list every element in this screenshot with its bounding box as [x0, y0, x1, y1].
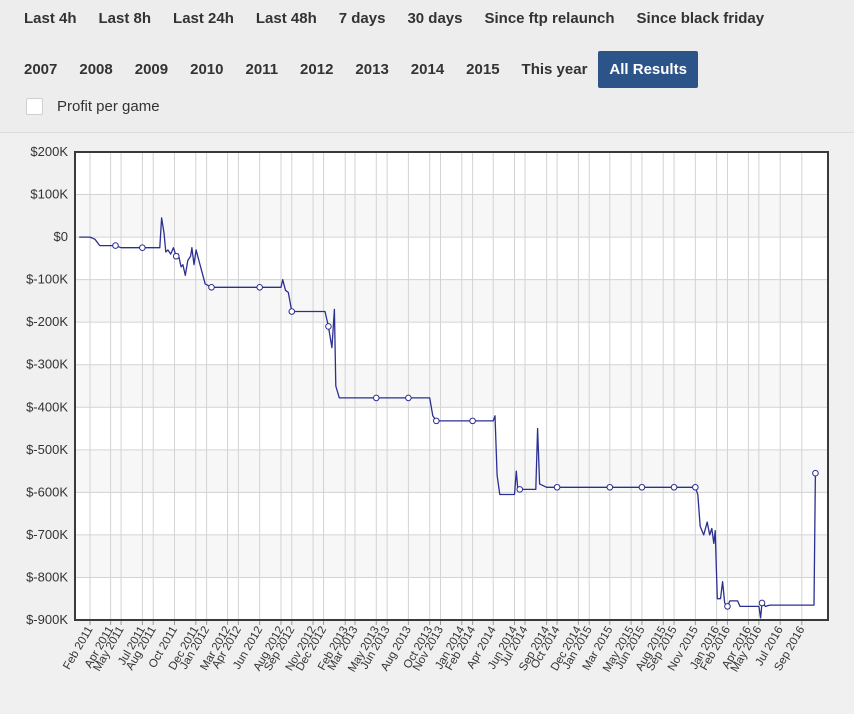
profit-per-game-checkbox[interactable] — [26, 98, 43, 115]
y-tick-label: $-800K — [26, 569, 68, 584]
range-row-1: Last 4h Last 8h Last 24h Last 48h 7 days… — [13, 0, 775, 37]
y-tick-label: $-900K — [26, 612, 68, 627]
data-point-marker — [692, 483, 699, 491]
range-button-since-ftp-relaunch[interactable]: Since ftp relaunch — [474, 0, 626, 37]
range-button-all-results[interactable]: All Results — [598, 51, 698, 88]
y-tick-label: $-100K — [26, 272, 68, 287]
range-button-2009[interactable]: 2009 — [124, 51, 179, 88]
data-point-marker — [606, 483, 614, 491]
range-button-2014[interactable]: 2014 — [400, 51, 455, 88]
data-point-marker — [469, 417, 476, 425]
profit-per-game-label: Profit per game — [57, 98, 160, 115]
y-tick-label: $-700K — [26, 527, 68, 542]
data-point-marker — [112, 242, 119, 249]
range-button-last-4h[interactable]: Last 4h — [13, 0, 88, 37]
y-tick-label: $-400K — [26, 399, 68, 414]
plot-band — [75, 279, 828, 323]
plot-band — [75, 194, 828, 238]
data-point-marker — [724, 603, 731, 610]
y-tick-label: $0 — [54, 229, 68, 244]
range-button-last-8h[interactable]: Last 8h — [88, 0, 163, 37]
range-button-last-48h[interactable]: Last 48h — [245, 0, 328, 37]
plot-band — [75, 449, 828, 493]
y-tick-label: $100K — [30, 187, 68, 202]
profit-per-game-option[interactable]: Profit per game — [26, 98, 160, 115]
data-point-marker — [553, 483, 561, 491]
data-point-marker — [256, 283, 263, 291]
range-button-this-year[interactable]: This year — [511, 51, 599, 88]
y-tick-label: $-500K — [26, 442, 68, 457]
data-point-marker — [433, 417, 440, 425]
data-point-marker — [670, 483, 678, 491]
y-tick-label: $-200K — [26, 314, 68, 329]
range-button-2007[interactable]: 2007 — [13, 51, 68, 88]
data-point-marker — [516, 486, 524, 493]
range-button-2008[interactable]: 2008 — [68, 51, 123, 88]
plot-band — [75, 364, 828, 408]
data-point-marker — [758, 599, 766, 607]
data-point-marker — [405, 394, 412, 402]
range-toolbar: Last 4h Last 8h Last 24h Last 48h 7 days… — [0, 0, 854, 133]
range-button-7-days[interactable]: 7 days — [328, 0, 397, 37]
y-tick-label: $-300K — [26, 357, 68, 372]
range-button-2012[interactable]: 2012 — [289, 51, 344, 88]
data-point-marker — [812, 469, 819, 477]
data-point-marker — [638, 483, 646, 491]
range-button-2010[interactable]: 2010 — [179, 51, 234, 88]
chart-area: $200K $100K $0 $-100K $-200K $-300K $-400K $-50… — [0, 133, 854, 714]
data-point-marker — [139, 244, 146, 252]
data-point-marker — [288, 308, 296, 315]
y-tick-label: $200K — [30, 144, 68, 159]
range-button-2015[interactable]: 2015 — [455, 51, 510, 88]
data-point-marker — [372, 394, 380, 402]
data-point-marker — [208, 283, 215, 291]
data-point-marker — [172, 252, 180, 260]
range-button-2013[interactable]: 2013 — [344, 51, 399, 88]
data-point-marker — [325, 323, 332, 330]
range-button-last-24h[interactable]: Last 24h — [162, 0, 245, 37]
range-button-since-black-friday[interactable]: Since black friday — [626, 0, 776, 37]
y-tick-label: $-600K — [26, 484, 68, 499]
range-row-2: 2007 2008 2009 2010 2011 2012 2013 2014 … — [13, 51, 698, 88]
profit-chart: $200K $100K $0 $-100K $-200K $-300K $-400K $-50… — [26, 144, 829, 674]
range-button-30-days[interactable]: 30 days — [396, 0, 473, 37]
range-button-2011[interactable]: 2011 — [235, 51, 290, 88]
